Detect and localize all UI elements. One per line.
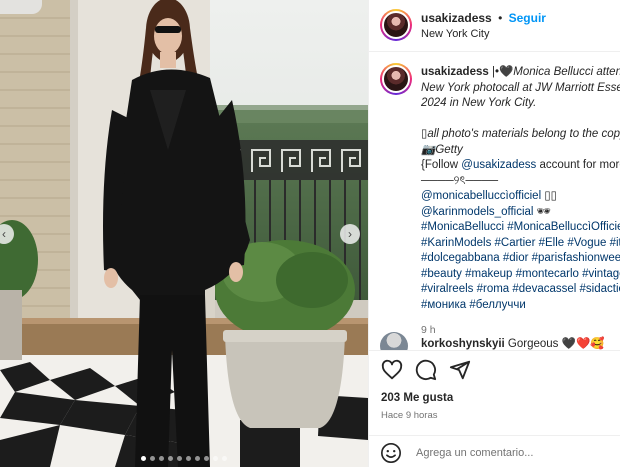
post-photo[interactable]: ‹ › [0, 0, 368, 467]
post-location[interactable]: New York City [421, 28, 489, 40]
add-comment-bar: Agrega un comentario... [369, 435, 620, 467]
caption-avatar[interactable] [380, 63, 412, 95]
comment-text: Gorgeous 🖤❤️🥰 [504, 338, 605, 350]
hashtags-line5[interactable]: #viralreels #roma #devacassel #sidaction… [421, 282, 620, 298]
post-side-panel: usakizadess • Seguir New York City usaki… [368, 0, 620, 467]
mention-usakizadess[interactable]: @usakizadess [461, 159, 536, 171]
hashtags-line2[interactable]: #KarinModels #Cartier #Elle #Vogue #ital… [421, 236, 620, 252]
caption-line5: 📷Getty [421, 143, 463, 156]
post-header: usakizadess • Seguir New York City [369, 0, 620, 52]
hashtags-line6[interactable]: #моника #беллуччи [421, 298, 620, 314]
mention-monicabellucci[interactable]: @monicabelluccìofficiel [421, 190, 541, 202]
carousel-dot [150, 456, 155, 461]
carousel-dot [213, 456, 218, 461]
caption-line1-italic: Monica Bellucci attends the [513, 66, 620, 78]
caption-divider: ────୨ৎ──── [421, 174, 499, 187]
caption-username[interactable]: usakizadess [421, 66, 489, 78]
comment-row: korkoshynskyii Gorgeous 🖤❤️🥰 [369, 328, 620, 360]
caption-line6-pre: {Follow [421, 159, 462, 171]
posted-time: Hace 9 horas [381, 410, 438, 421]
carousel-dot [159, 456, 164, 461]
chevron-right-icon: › [348, 227, 352, 241]
author-avatar[interactable] [380, 9, 412, 41]
caption-line2: New York photocall at JW Marriott Essex … [421, 81, 620, 94]
carousel-dot [186, 456, 191, 461]
caption-line9-post: 🕶 [533, 205, 552, 218]
comment-icon[interactable] [415, 359, 437, 381]
carousel-indicator [0, 456, 368, 461]
share-icon[interactable] [449, 359, 471, 381]
caption-line6-post: account for more!} [539, 159, 620, 171]
hashtags-line3[interactable]: #dolcegabbana #dior #parisfashionweek [421, 251, 620, 267]
carousel-next-button[interactable]: › [340, 224, 360, 244]
photo-illustration [0, 0, 368, 467]
photo-corner-overlay [0, 0, 42, 14]
caption-area: usakizadess |•🖤Monica Bellucci attends t… [369, 53, 620, 350]
caption-line4: ▯all photo's materials belong to the cop… [421, 128, 620, 140]
carousel-dot [222, 456, 227, 461]
carousel-dot [177, 456, 182, 461]
hashtags-line4[interactable]: #beauty #makeup #montecarlo #vintage [421, 267, 620, 283]
caption-text: usakizadess |•🖤Monica Bellucci attends t… [421, 65, 620, 339]
mention-karinmodels[interactable]: @karinmodels_official [421, 206, 533, 218]
caption-line3: 2024 in New York City. [421, 97, 537, 109]
carousel-dot [204, 456, 209, 461]
caption-line1-prefix: |•🖤 [488, 66, 514, 78]
emoji-icon[interactable] [380, 442, 402, 464]
heart-icon[interactable] [381, 359, 403, 381]
hashtags-line1[interactable]: #MonicaBellucci #MonicaBelluccìOfficiel [421, 220, 620, 236]
author-username[interactable]: usakizadess [421, 11, 492, 25]
commenter-username[interactable]: korkoshynskyii [421, 338, 505, 350]
follow-button[interactable]: Seguir [509, 11, 546, 25]
carousel-dot [168, 456, 173, 461]
comment-input[interactable]: Agrega un comentario... [416, 447, 533, 459]
header-separator: • [498, 11, 503, 25]
actions-section: 203 Me gusta Hace 9 horas Agrega un come… [369, 350, 620, 467]
likes-count[interactable]: 203 Me gusta [381, 392, 453, 404]
caption-line8-post: ▯▯ [541, 190, 557, 202]
chevron-left-icon: ‹ [2, 227, 6, 241]
carousel-dot [195, 456, 200, 461]
carousel-dot [141, 456, 146, 461]
